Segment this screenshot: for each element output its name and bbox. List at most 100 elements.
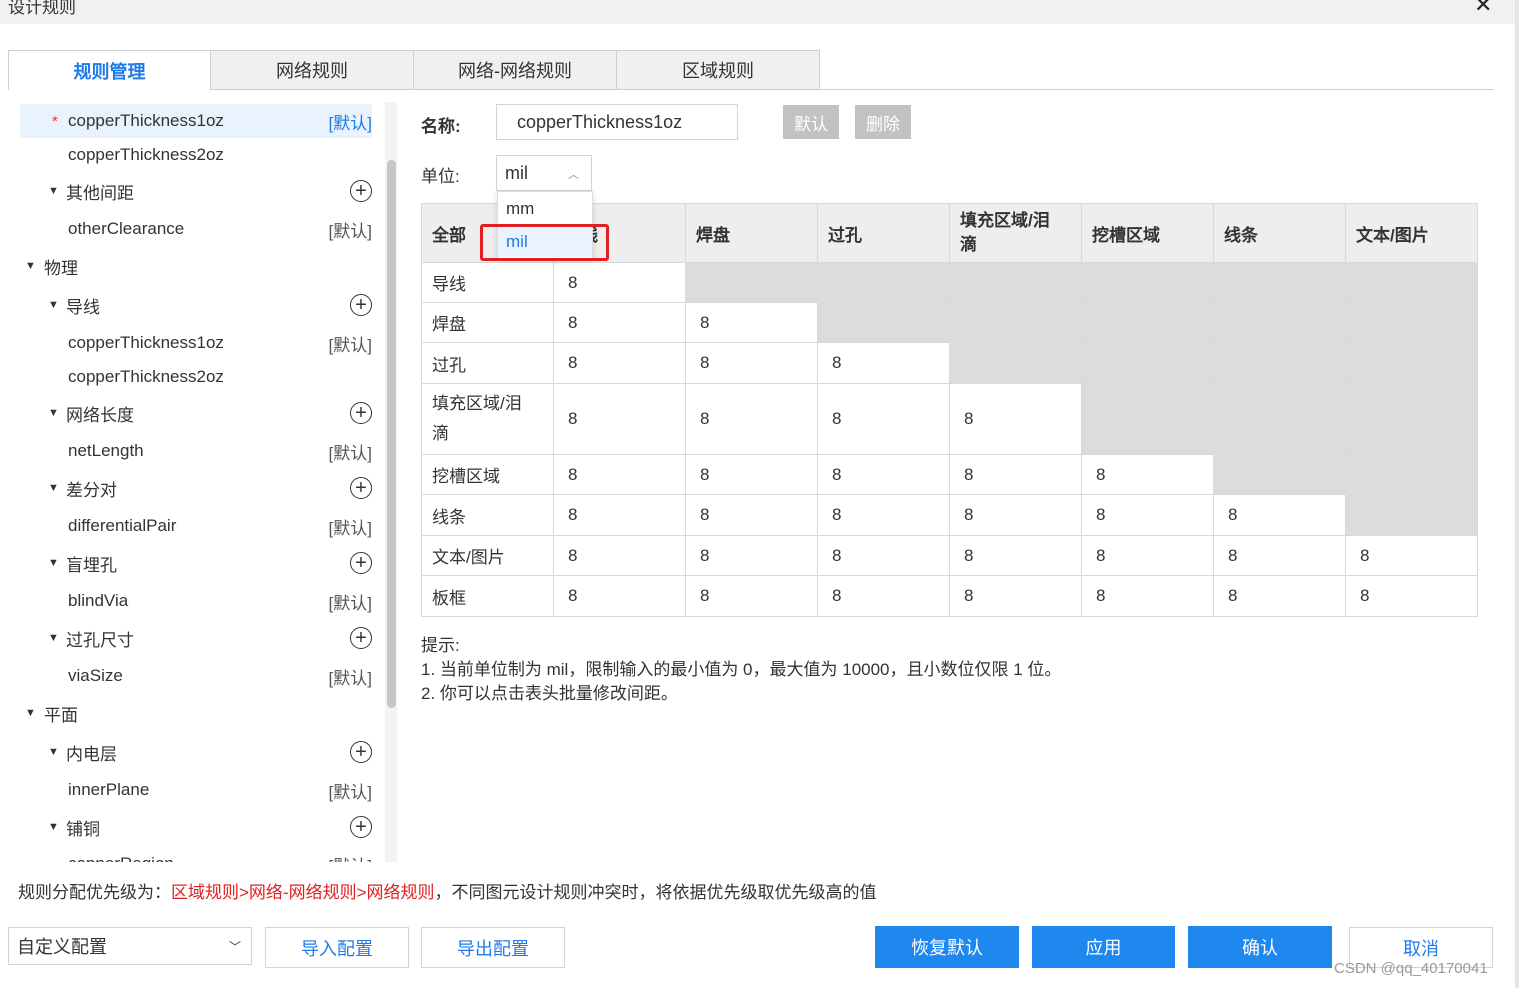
watermark: CSDN @qq_40170041 <box>1334 960 1488 977</box>
caret-down-icon[interactable]: ▼ <box>25 707 36 719</box>
tab-net-rules[interactable]: 网络规则 <box>211 50 414 90</box>
clearance-cell[interactable]: 8 <box>818 576 950 617</box>
table-header-line[interactable]: 线条 <box>1214 203 1346 263</box>
close-icon[interactable]: ✕ <box>1474 0 1492 18</box>
clearance-cell[interactable]: 8 <box>686 303 818 343</box>
disabled-cell <box>1214 455 1346 495</box>
unit-option-mm[interactable]: mm <box>498 194 592 224</box>
clearance-cell[interactable]: 8 <box>686 495 818 536</box>
clearance-cell[interactable]: 8 <box>686 576 818 617</box>
clearance-cell[interactable]: 8 <box>818 455 950 495</box>
tree-item-blindvia[interactable]: blindVia [默认] <box>20 584 372 618</box>
tree-group-plane[interactable]: ▼ 平面 <box>20 696 372 730</box>
table-header-via[interactable]: 过孔 <box>818 203 950 263</box>
add-rule-icon[interactable]: + <box>350 294 372 316</box>
add-rule-icon[interactable]: + <box>350 402 372 424</box>
caret-down-icon[interactable]: ▼ <box>48 482 59 494</box>
tree-item-copperthickness2oz[interactable]: copperThickness2oz <box>20 138 372 172</box>
clearance-cell[interactable]: 8 <box>950 576 1082 617</box>
tree-item-viasize[interactable]: viaSize [默认] <box>20 659 372 693</box>
add-rule-icon[interactable]: + <box>350 627 372 649</box>
caret-down-icon[interactable]: ▼ <box>48 185 59 197</box>
delete-button[interactable]: 删除 <box>855 105 911 139</box>
clearance-cell[interactable]: 8 <box>950 455 1082 495</box>
caret-down-icon[interactable]: ▼ <box>25 260 36 272</box>
clearance-cell[interactable]: 8 <box>818 343 950 384</box>
clearance-cell[interactable]: 8 <box>1346 536 1478 576</box>
add-rule-icon[interactable]: + <box>350 477 372 499</box>
restore-default-button[interactable]: 恢复默认 <box>875 926 1019 968</box>
clearance-cell[interactable]: 8 <box>554 576 686 617</box>
set-default-button[interactable]: 默认 <box>783 105 839 139</box>
clearance-cell[interactable]: 8 <box>1346 576 1478 617</box>
table-header-pad[interactable]: 焊盘 <box>686 203 818 263</box>
clearance-cell[interactable]: 8 <box>950 536 1082 576</box>
clearance-cell[interactable]: 8 <box>554 455 686 495</box>
add-rule-icon[interactable]: + <box>350 552 372 574</box>
export-config-button[interactable]: 导出配置 <box>421 927 565 968</box>
table-header-text-image[interactable]: 文本/图片 <box>1346 203 1478 263</box>
import-config-button[interactable]: 导入配置 <box>265 927 409 968</box>
clearance-cell[interactable]: 8 <box>1214 536 1346 576</box>
tree-item-copperthickness2oz[interactable]: copperThickness2oz <box>20 360 372 394</box>
tree-group-net-length[interactable]: ▼ 网络长度 + <box>20 396 372 430</box>
add-rule-icon[interactable]: + <box>350 180 372 202</box>
caret-down-icon[interactable]: ▼ <box>48 821 59 833</box>
clearance-cell[interactable]: 8 <box>818 495 950 536</box>
clearance-cell[interactable]: 8 <box>554 495 686 536</box>
tree-item-innerplane[interactable]: innerPlane [默认] <box>20 773 372 807</box>
clearance-cell[interactable]: 8 <box>554 384 686 455</box>
caret-down-icon[interactable]: ▼ <box>48 407 59 419</box>
clearance-cell[interactable]: 8 <box>554 536 686 576</box>
config-select[interactable]: 自定义配置 ﹀ <box>8 927 252 965</box>
tree-group-inner-plane[interactable]: ▼ 内电层 + <box>20 735 372 769</box>
tree-item-netlength[interactable]: netLength [默认] <box>20 434 372 468</box>
table-header-fill[interactable]: 填充区域/泪滴 <box>950 203 1082 263</box>
clearance-cell[interactable]: 8 <box>950 495 1082 536</box>
clearance-cell[interactable]: 8 <box>686 343 818 384</box>
add-rule-icon[interactable]: + <box>350 816 372 838</box>
clearance-cell[interactable]: 8 <box>950 384 1082 455</box>
priority-order: 区域规则>网络-网络规则>网络规则 <box>171 883 435 902</box>
tree-item-otherclearance[interactable]: otherClearance [默认] <box>20 212 372 246</box>
tree-group-differential-pair[interactable]: ▼ 差分对 + <box>20 471 372 505</box>
clearance-cell[interactable]: 8 <box>1214 576 1346 617</box>
clearance-cell[interactable]: 8 <box>554 343 686 384</box>
clearance-cell[interactable]: 8 <box>818 384 950 455</box>
clearance-cell[interactable]: 8 <box>554 263 686 303</box>
confirm-button[interactable]: 确认 <box>1188 926 1332 968</box>
rule-name-input[interactable]: copperThickness1oz <box>496 104 738 140</box>
tree-group-blind-via[interactable]: ▼ 盲埋孔 + <box>20 546 372 580</box>
clearance-cell[interactable]: 8 <box>1082 536 1214 576</box>
clearance-cell[interactable]: 8 <box>1214 495 1346 536</box>
tree-item-differentialpair[interactable]: differentialPair [默认] <box>20 509 372 543</box>
tree-item-copperthickness1oz[interactable]: copperThickness1oz [默认] <box>20 326 372 360</box>
caret-down-icon[interactable]: ▼ <box>48 632 59 644</box>
tree-item-copperthickness1oz[interactable]: * copperThickness1oz [默认] <box>20 104 372 138</box>
caret-down-icon[interactable]: ▼ <box>48 746 59 758</box>
tree-group-via-size[interactable]: ▼ 过孔尺寸 + <box>20 621 372 655</box>
tree-group-physical[interactable]: ▼ 物理 <box>20 249 372 283</box>
tree-group-copper-pour[interactable]: ▼ 铺铜 + <box>20 810 372 844</box>
unit-select[interactable]: mil ︿ <box>496 155 592 191</box>
tab-rule-management[interactable]: 规则管理 <box>8 50 211 90</box>
clearance-cell[interactable]: 8 <box>1082 455 1214 495</box>
clearance-cell[interactable]: 8 <box>1082 576 1214 617</box>
add-rule-icon[interactable]: + <box>350 741 372 763</box>
tree-group-other-clearance[interactable]: ▼ 其他间距 + <box>20 174 372 208</box>
tree-item-copperregion[interactable]: copperRegion [默认] <box>20 847 372 862</box>
clearance-cell[interactable]: 8 <box>1082 495 1214 536</box>
clearance-cell[interactable]: 8 <box>818 536 950 576</box>
tree-scrollbar-thumb[interactable] <box>387 160 396 708</box>
clearance-cell[interactable]: 8 <box>686 455 818 495</box>
tab-net-net-rules[interactable]: 网络-网络规则 <box>414 50 617 90</box>
tab-region-rules[interactable]: 区域规则 <box>617 50 820 90</box>
clearance-cell[interactable]: 8 <box>686 384 818 455</box>
clearance-cell[interactable]: 8 <box>554 303 686 343</box>
clearance-cell[interactable]: 8 <box>686 536 818 576</box>
table-header-slot[interactable]: 挖槽区域 <box>1082 203 1214 263</box>
caret-down-icon[interactable]: ▼ <box>48 299 59 311</box>
caret-down-icon[interactable]: ▼ <box>48 557 59 569</box>
tree-group-track[interactable]: ▼ 导线 + <box>20 288 372 322</box>
apply-button[interactable]: 应用 <box>1032 926 1175 968</box>
